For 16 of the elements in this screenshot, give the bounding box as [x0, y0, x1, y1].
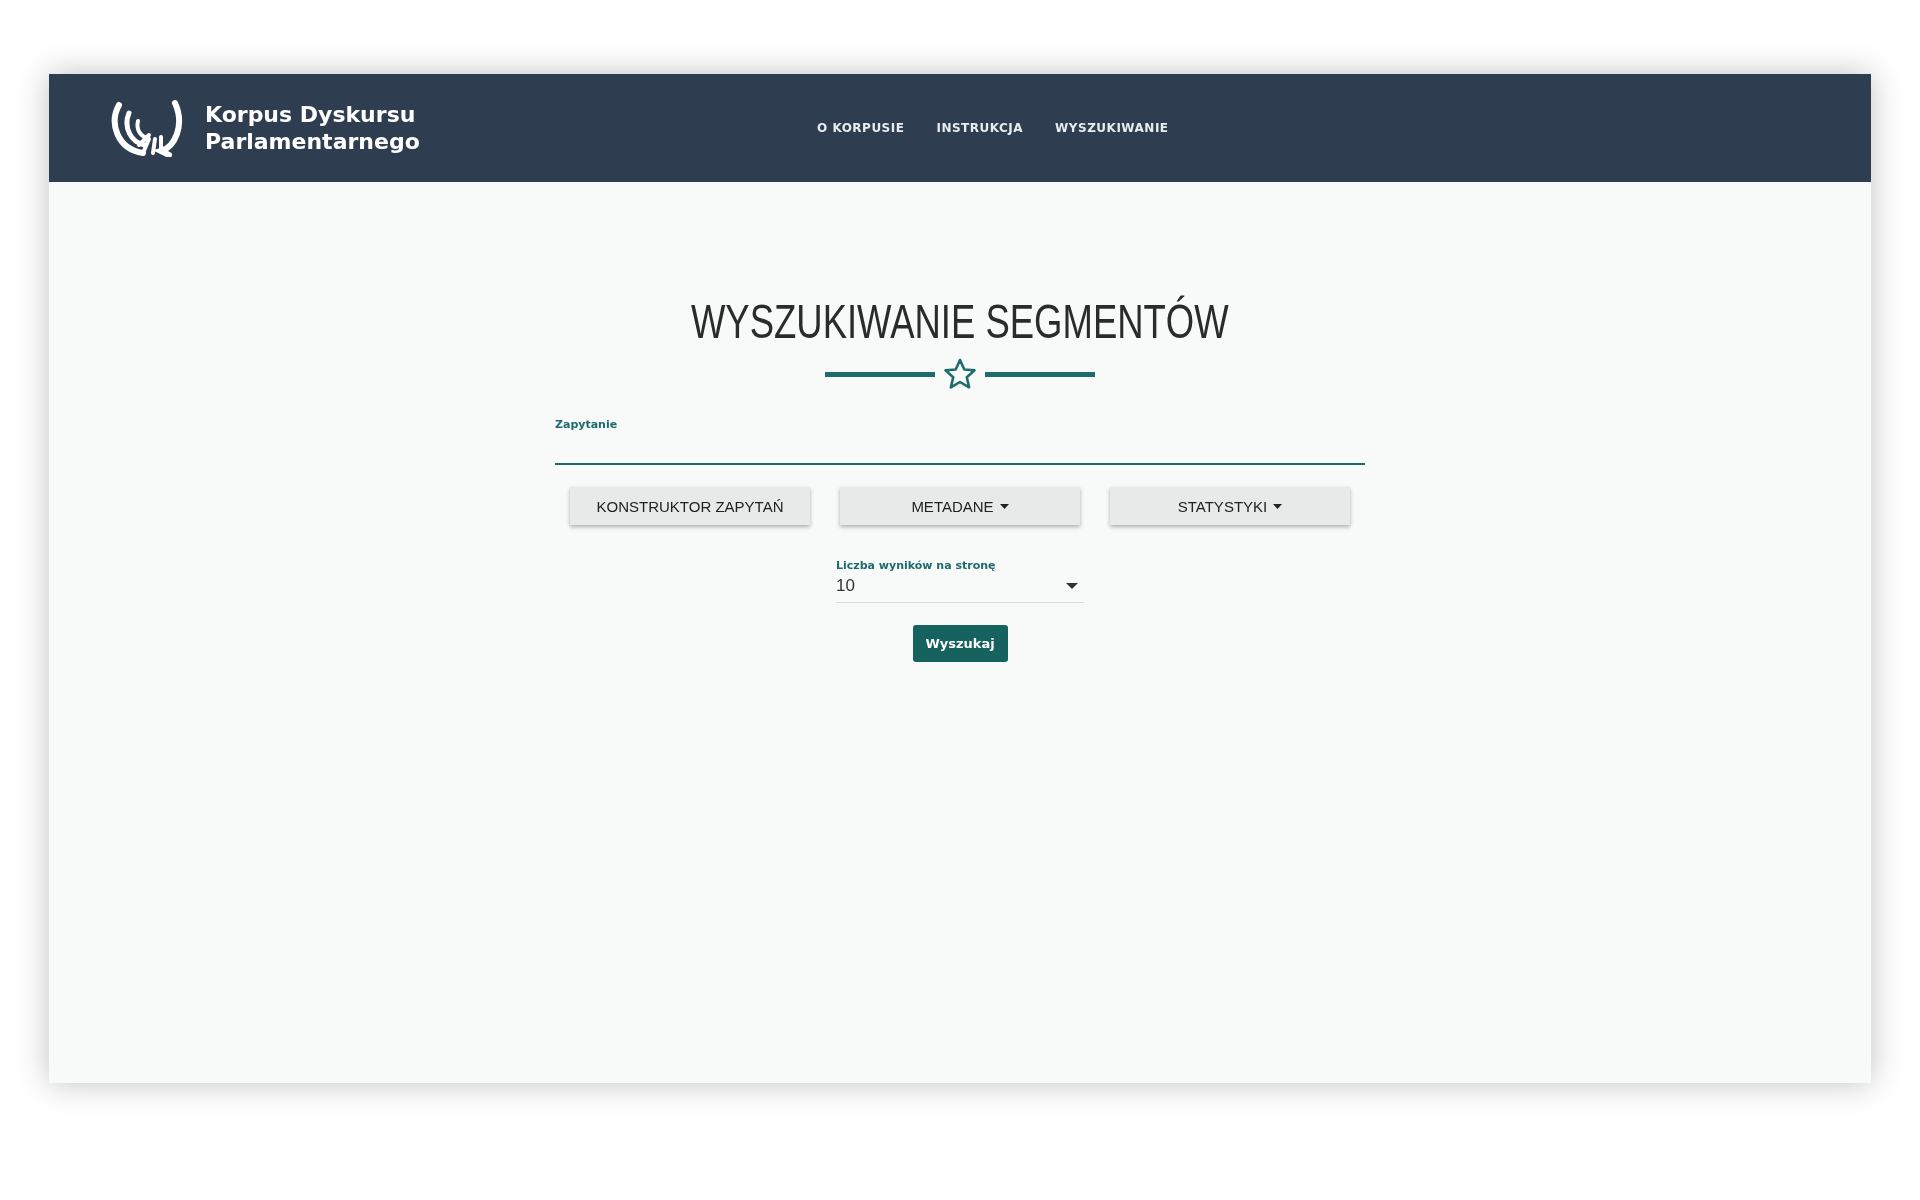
- results-per-page-select[interactable]: Liczba wyników na stronę 10: [836, 559, 1084, 603]
- dropdown-button[interactable]: METADANE: [840, 487, 1080, 525]
- nav-link[interactable]: O KORPUSIE: [817, 121, 905, 135]
- page-title: WYSZUKIWANIE SEGMENTÓW: [691, 294, 1229, 350]
- dropdown-button[interactable]: STATYSTYKI: [1110, 487, 1350, 525]
- query-field[interactable]: Zapytanie: [555, 418, 1365, 465]
- dropdown-arrow-icon: [1066, 583, 1078, 589]
- site-title[interactable]: Korpus Dyskursu Parlamentarnego: [205, 101, 420, 155]
- caret-icon: [999, 503, 1009, 509]
- nav-link[interactable]: WYSZUKIWANIE: [1055, 121, 1169, 135]
- search-button[interactable]: Wyszukaj: [912, 625, 1008, 662]
- nav-link[interactable]: INSTRUKCJA: [936, 121, 1024, 135]
- query-builder-button[interactable]: KONSTRUKTOR ZAPYTAŃ: [570, 487, 810, 525]
- star-icon: [943, 358, 977, 390]
- logo-icon: [109, 99, 185, 157]
- caret-icon: [1273, 503, 1283, 509]
